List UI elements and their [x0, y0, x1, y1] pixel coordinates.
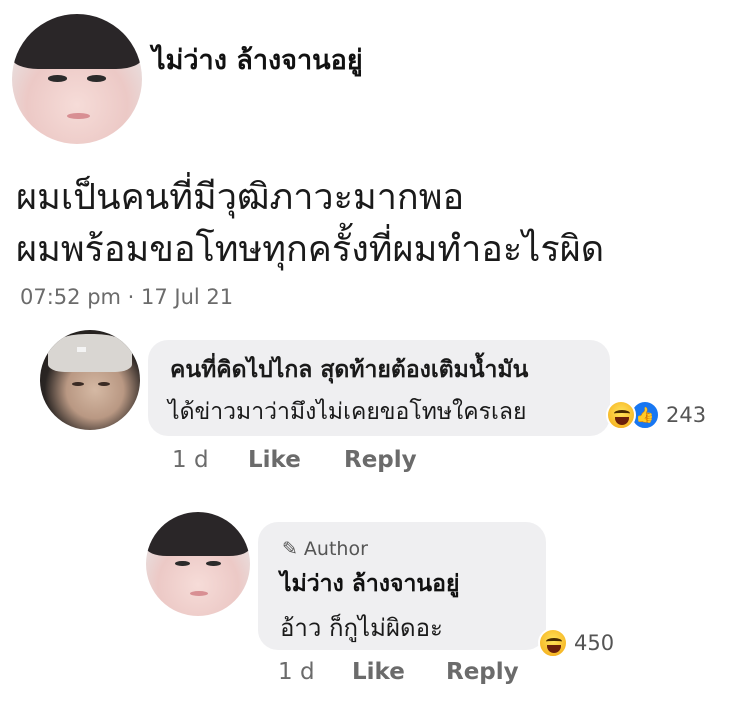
comment-age: 1 d: [172, 447, 209, 473]
post-timestamp: 07:52 pm · 17 Jul 21: [20, 285, 234, 309]
comment-text-line-1: คนที่คิดไปไกล สุดท้ายต้องเติมน้ำมัน: [170, 357, 529, 383]
reply-age: 1 d: [278, 659, 315, 685]
reply-reply-button[interactable]: Reply: [446, 659, 519, 685]
comment-text-line-2: ได้ข่าวมาว่ามึงไม่เคยขอโทษใครเลย: [168, 399, 527, 425]
reply-reaction-count: 450: [574, 631, 615, 655]
reply-author-avatar[interactable]: [146, 512, 250, 616]
post-text-line-2: ผมพร้อมขอโทษทุกครั้งที่ผมทำอะไรผิด: [16, 229, 605, 270]
commenter-avatar[interactable]: [40, 330, 140, 430]
reply-like-button[interactable]: Like: [352, 659, 405, 685]
comment-bubble: คนที่คิดไปไกล สุดท้ายต้องเติมน้ำมัน ได้ข…: [148, 340, 610, 436]
author-badge-label: Author: [303, 538, 368, 560]
comment-reaction-count: 243: [666, 403, 707, 427]
comment-reply-button[interactable]: Reply: [344, 447, 417, 473]
author-badge: ✎ Author: [282, 538, 368, 560]
comment-like-button[interactable]: Like: [248, 447, 301, 473]
reply-author-name[interactable]: ไม่ว่าง ล้างจานอยู่: [280, 566, 459, 602]
post-text-line-1: ผมเป็นคนที่มีวุฒิภาวะมากพอ: [16, 177, 465, 218]
post-author-avatar[interactable]: [12, 14, 142, 144]
comment-reactions[interactable]: 👍 243: [606, 400, 706, 430]
haha-icon: [538, 628, 568, 658]
pencil-icon: ✎: [282, 538, 298, 560]
reply-reactions[interactable]: 450: [538, 628, 614, 658]
reply-text: อ้าว ก็กูไม่ผิดอะ: [280, 614, 443, 642]
haha-icon: [606, 400, 636, 430]
post-author-name[interactable]: ไม่ว่าง ล้างจานอยู่: [152, 38, 363, 81]
